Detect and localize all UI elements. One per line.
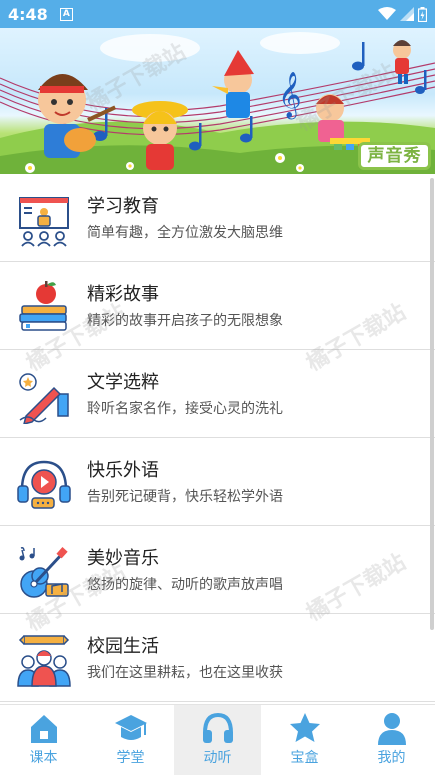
notification-icon: A	[59, 7, 73, 21]
bottom-navigation: 课本 学堂 动听 宝盒 我的	[0, 704, 435, 775]
list-item-foreign-language[interactable]: 快乐外语 告别死记硬背，快乐轻松学外语	[0, 438, 435, 526]
item-title: 文学选粹	[87, 372, 159, 393]
nav-label: 课本	[29, 750, 58, 766]
battery-icon	[418, 6, 427, 22]
nav-textbook[interactable]: 课本	[0, 705, 87, 775]
list-scrollbar[interactable]	[430, 178, 434, 630]
headphones-video-icon	[17, 460, 71, 509]
item-subtitle: 聆听名家名作，接受心灵的洗礼	[87, 401, 283, 417]
hero-banner[interactable]: 𝄞 声音秀	[0, 28, 435, 174]
signal-icon	[400, 7, 414, 21]
item-subtitle: 悠扬的旋律、动听的歌声放声唱	[87, 577, 283, 593]
item-title: 学习教育	[87, 196, 159, 217]
nav-label: 动听	[203, 750, 232, 766]
headphones-icon	[202, 712, 233, 743]
item-subtitle: 我们在这里耕耘，也在这里收获	[87, 665, 283, 681]
graduation-cap-icon	[114, 715, 147, 740]
item-title: 快乐外语	[87, 460, 159, 481]
svg-text:𝄞: 𝄞	[278, 72, 302, 120]
nav-school[interactable]: 学堂	[87, 705, 174, 775]
status-time: 4:48	[8, 4, 48, 24]
item-title: 校园生活	[87, 636, 159, 657]
person-icon	[377, 713, 406, 745]
books-apple-icon	[19, 281, 67, 331]
classroom-icon	[19, 197, 69, 247]
item-title: 精彩故事	[87, 284, 159, 305]
star-icon	[289, 713, 320, 742]
voice-show-badge[interactable]: 声音秀	[358, 142, 431, 170]
list-item-literature[interactable]: 文学选粹 聆听名家名作，接受心灵的洗礼	[0, 350, 435, 438]
list-item-campus-life[interactable]: 校园生活 我们在这里耕耘，也在这里收获	[0, 614, 435, 702]
house-icon	[30, 715, 57, 743]
item-title: 美妙音乐	[87, 548, 159, 569]
list-item-study-education[interactable]: 学习教育 简单有趣，全方位激发大脑思维	[0, 174, 435, 262]
nav-label: 宝盒	[290, 750, 319, 766]
guitar-music-icon	[19, 547, 69, 598]
list-item-music[interactable]: 美妙音乐 悠扬的旋律、动听的歌声放声唱	[0, 526, 435, 614]
pen-writing-icon	[19, 373, 69, 424]
category-list: 学习教育 简单有趣，全方位激发大脑思维 精彩故事 精彩的故事开启孩子的无限想象 …	[0, 174, 435, 704]
item-subtitle: 告别死记硬背，快乐轻松学外语	[87, 489, 283, 505]
list-item-stories[interactable]: 精彩故事 精彩的故事开启孩子的无限想象	[0, 262, 435, 350]
status-icons	[378, 6, 427, 22]
item-subtitle: 简单有趣，全方位激发大脑思维	[87, 225, 283, 241]
nav-treasure-box[interactable]: 宝盒	[261, 705, 348, 775]
students-group-icon	[17, 635, 71, 687]
wifi-icon	[378, 7, 396, 20]
item-subtitle: 精彩的故事开启孩子的无限想象	[87, 313, 283, 329]
nav-mine[interactable]: 我的	[348, 705, 435, 775]
nav-listen[interactable]: 动听	[174, 705, 261, 775]
nav-label: 我的	[377, 750, 406, 766]
nav-label: 学堂	[116, 750, 145, 766]
status-bar: 4:48 A	[0, 0, 435, 28]
